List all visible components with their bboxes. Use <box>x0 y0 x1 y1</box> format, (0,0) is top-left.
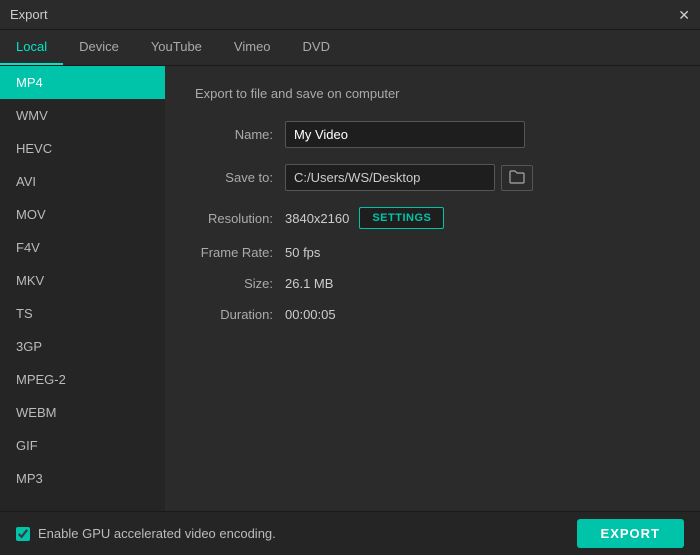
sidebar-item-mp4[interactable]: MP4 <box>0 66 165 99</box>
tab-device[interactable]: Device <box>63 29 135 65</box>
save-to-row: Save to: <box>195 164 670 191</box>
tab-youtube[interactable]: YouTube <box>135 29 218 65</box>
sidebar-item-mpeg2[interactable]: MPEG-2 <box>0 363 165 396</box>
resolution-label: Resolution: <box>195 211 285 226</box>
resolution-value: 3840x2160 <box>285 211 349 226</box>
name-label: Name: <box>195 127 285 142</box>
sidebar-item-hevc[interactable]: HEVC <box>0 132 165 165</box>
sidebar-item-3gp[interactable]: 3GP <box>0 330 165 363</box>
sidebar-item-f4v[interactable]: F4V <box>0 231 165 264</box>
sidebar-item-mov[interactable]: MOV <box>0 198 165 231</box>
sidebar-item-wmv[interactable]: WMV <box>0 99 165 132</box>
sidebar-item-gif[interactable]: GIF <box>0 429 165 462</box>
gpu-encoding-label[interactable]: Enable GPU accelerated video encoding. <box>16 526 276 541</box>
export-button[interactable]: EXPORT <box>577 519 684 548</box>
sidebar-item-mp3[interactable]: MP3 <box>0 462 165 495</box>
name-input[interactable] <box>285 121 525 148</box>
format-sidebar: MP4 WMV HEVC AVI MOV F4V MKV TS 3GP MPEG… <box>0 66 165 511</box>
size-row: Size: 26.1 MB <box>195 276 670 291</box>
resolution-value-row: 3840x2160 SETTINGS <box>285 207 444 229</box>
settings-button[interactable]: SETTINGS <box>359 207 444 229</box>
framerate-row: Frame Rate: 50 fps <box>195 245 670 260</box>
name-row: Name: <box>195 121 670 148</box>
sidebar-item-webm[interactable]: WEBM <box>0 396 165 429</box>
sidebar-item-ts[interactable]: TS <box>0 297 165 330</box>
close-button[interactable]: ✕ <box>678 8 690 22</box>
save-path-input[interactable] <box>285 164 495 191</box>
duration-label: Duration: <box>195 307 285 322</box>
bottom-bar: Enable GPU accelerated video encoding. E… <box>0 511 700 555</box>
save-to-label: Save to: <box>195 170 285 185</box>
duration-row: Duration: 00:00:05 <box>195 307 670 322</box>
framerate-label: Frame Rate: <box>195 245 285 260</box>
resolution-row: Resolution: 3840x2160 SETTINGS <box>195 207 670 229</box>
title-bar: Export ✕ <box>0 0 700 30</box>
folder-browse-button[interactable] <box>501 165 533 191</box>
gpu-encoding-text: Enable GPU accelerated video encoding. <box>38 526 276 541</box>
content-title: Export to file and save on computer <box>195 86 670 101</box>
folder-icon <box>509 170 525 184</box>
path-row <box>285 164 533 191</box>
tab-vimeo[interactable]: Vimeo <box>218 29 287 65</box>
size-label: Size: <box>195 276 285 291</box>
sidebar-item-mkv[interactable]: MKV <box>0 264 165 297</box>
duration-value: 00:00:05 <box>285 307 336 322</box>
framerate-value: 50 fps <box>285 245 320 260</box>
sidebar-item-avi[interactable]: AVI <box>0 165 165 198</box>
main-layout: MP4 WMV HEVC AVI MOV F4V MKV TS 3GP MPEG… <box>0 66 700 511</box>
window-title: Export <box>10 7 48 22</box>
gpu-encoding-checkbox[interactable] <box>16 527 30 541</box>
export-content: Export to file and save on computer Name… <box>165 66 700 511</box>
tab-local[interactable]: Local <box>0 29 63 65</box>
size-value: 26.1 MB <box>285 276 333 291</box>
tab-dvd[interactable]: DVD <box>287 29 346 65</box>
tab-bar: Local Device YouTube Vimeo DVD <box>0 30 700 66</box>
